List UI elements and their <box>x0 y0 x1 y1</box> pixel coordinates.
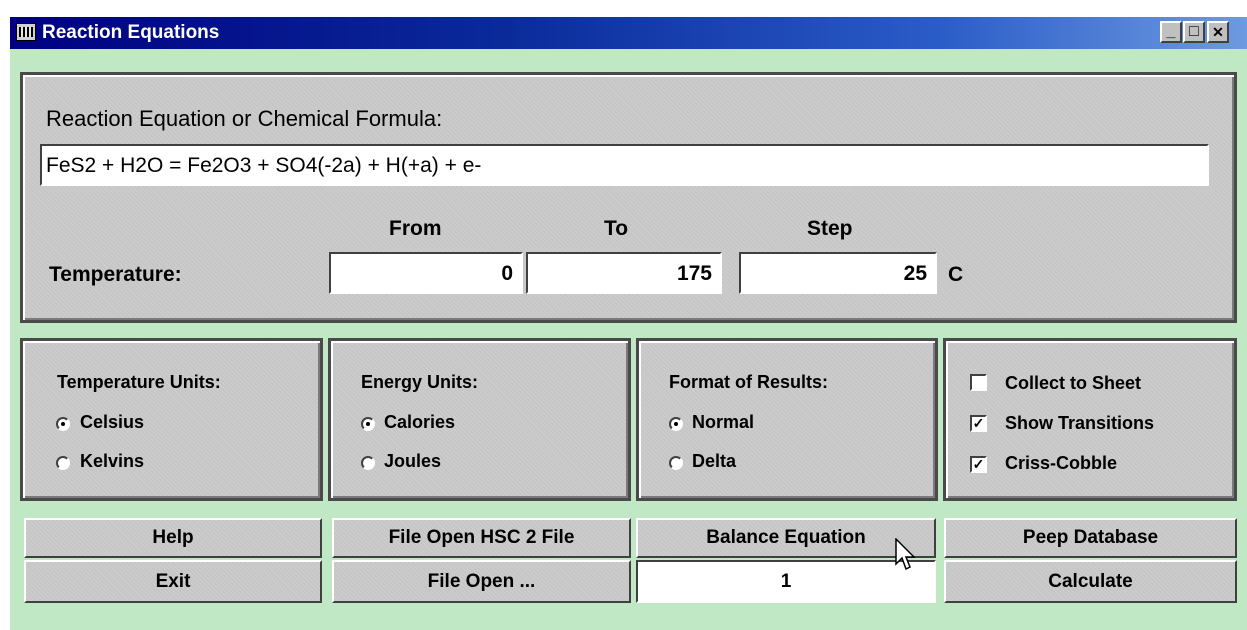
title-bar[interactable]: Reaction Equations _ □ ✕ <box>10 17 1247 49</box>
calculate-button[interactable]: Calculate <box>944 560 1237 603</box>
client-area: Reaction Equation or Chemical Formula: F… <box>10 49 1247 630</box>
collect-to-sheet-check-icon[interactable] <box>970 374 987 391</box>
balance-count-field[interactable]: 1 <box>636 560 936 603</box>
step-header: Step <box>807 217 853 240</box>
radio-celsius-icon[interactable] <box>56 417 70 431</box>
exit-button[interactable]: Exit <box>24 560 322 603</box>
minimize-icon: _ <box>1166 23 1176 40</box>
reaction-equations-window: Reaction Equations _ □ ✕ Reaction Equati… <box>0 0 1247 630</box>
from-header: From <box>389 217 442 240</box>
temperature-label: Temperature: <box>49 263 182 286</box>
app-icon[interactable] <box>16 23 36 41</box>
collect-to-sheet-label[interactable]: Collect to Sheet <box>1005 373 1141 394</box>
show-transitions-check-icon[interactable]: ✓ <box>970 415 987 432</box>
radio-normal-label[interactable]: Normal <box>692 412 754 433</box>
temperature-to-input[interactable]: 175 <box>526 252 722 294</box>
temperature-from-input[interactable]: 0 <box>329 252 523 294</box>
criss-cobble-label[interactable]: Criss-Cobble <box>1005 453 1117 474</box>
mouse-pointer-icon <box>895 538 916 571</box>
temperature-units-group: Temperature Units: Celsius Kelvins <box>20 338 323 501</box>
balance-equation-button[interactable]: Balance Equation <box>636 518 936 558</box>
radio-joules-icon[interactable] <box>361 456 375 470</box>
equation-panel: Reaction Equation or Chemical Formula: F… <box>20 72 1237 323</box>
options-group: Collect to Sheet ✓ Show Transitions ✓ Cr… <box>943 338 1237 501</box>
radio-celsius-label[interactable]: Celsius <box>80 412 144 433</box>
radio-delta-icon[interactable] <box>669 456 683 470</box>
radio-kelvins-icon[interactable] <box>56 456 70 470</box>
maximize-icon: □ <box>1189 23 1199 40</box>
equation-value: FeS2 + H2O = Fe2O3 + SO4(-2a) + H(+a) + … <box>46 154 482 177</box>
radio-calories-icon[interactable] <box>361 417 375 431</box>
maximize-button[interactable]: □ <box>1183 21 1205 43</box>
to-header: To <box>604 217 629 240</box>
temperature-from-value: 0 <box>501 262 513 285</box>
temperature-to-value: 175 <box>676 262 712 285</box>
minimize-button[interactable]: _ <box>1160 21 1182 43</box>
radio-calories-label[interactable]: Calories <box>384 412 455 433</box>
file-open-hsc2-button[interactable]: File Open HSC 2 File <box>332 518 631 558</box>
criss-cobble-check-icon[interactable]: ✓ <box>970 456 987 473</box>
temperature-unit: C <box>948 263 964 286</box>
peep-database-button[interactable]: Peep Database <box>944 518 1237 558</box>
close-icon: ✕ <box>1212 24 1224 40</box>
file-open-button[interactable]: File Open ... <box>332 560 631 603</box>
radio-kelvins-label[interactable]: Kelvins <box>80 451 144 472</box>
show-transitions-label[interactable]: Show Transitions <box>1005 413 1154 434</box>
help-button[interactable]: Help <box>24 518 322 558</box>
energy-units-group: Energy Units: Calories Joules <box>328 338 631 501</box>
window-title: Reaction Equations <box>42 22 220 43</box>
balance-count-value: 1 <box>780 571 792 592</box>
radio-joules-label[interactable]: Joules <box>384 451 441 472</box>
temperature-step-input[interactable]: 25 <box>739 252 937 294</box>
close-button[interactable]: ✕ <box>1207 21 1229 43</box>
equation-label: Reaction Equation or Chemical Formula: <box>46 106 443 131</box>
radio-delta-label[interactable]: Delta <box>692 451 736 472</box>
format-results-group: Format of Results: Normal Delta <box>636 338 938 501</box>
format-results-title: Format of Results: <box>669 372 829 392</box>
equation-input[interactable]: FeS2 + H2O = Fe2O3 + SO4(-2a) + H(+a) + … <box>40 144 1209 186</box>
temperature-units-title: Temperature Units: <box>57 372 221 392</box>
radio-normal-icon[interactable] <box>669 417 683 431</box>
temperature-step-value: 25 <box>903 262 927 285</box>
energy-units-title: Energy Units: <box>361 372 479 392</box>
